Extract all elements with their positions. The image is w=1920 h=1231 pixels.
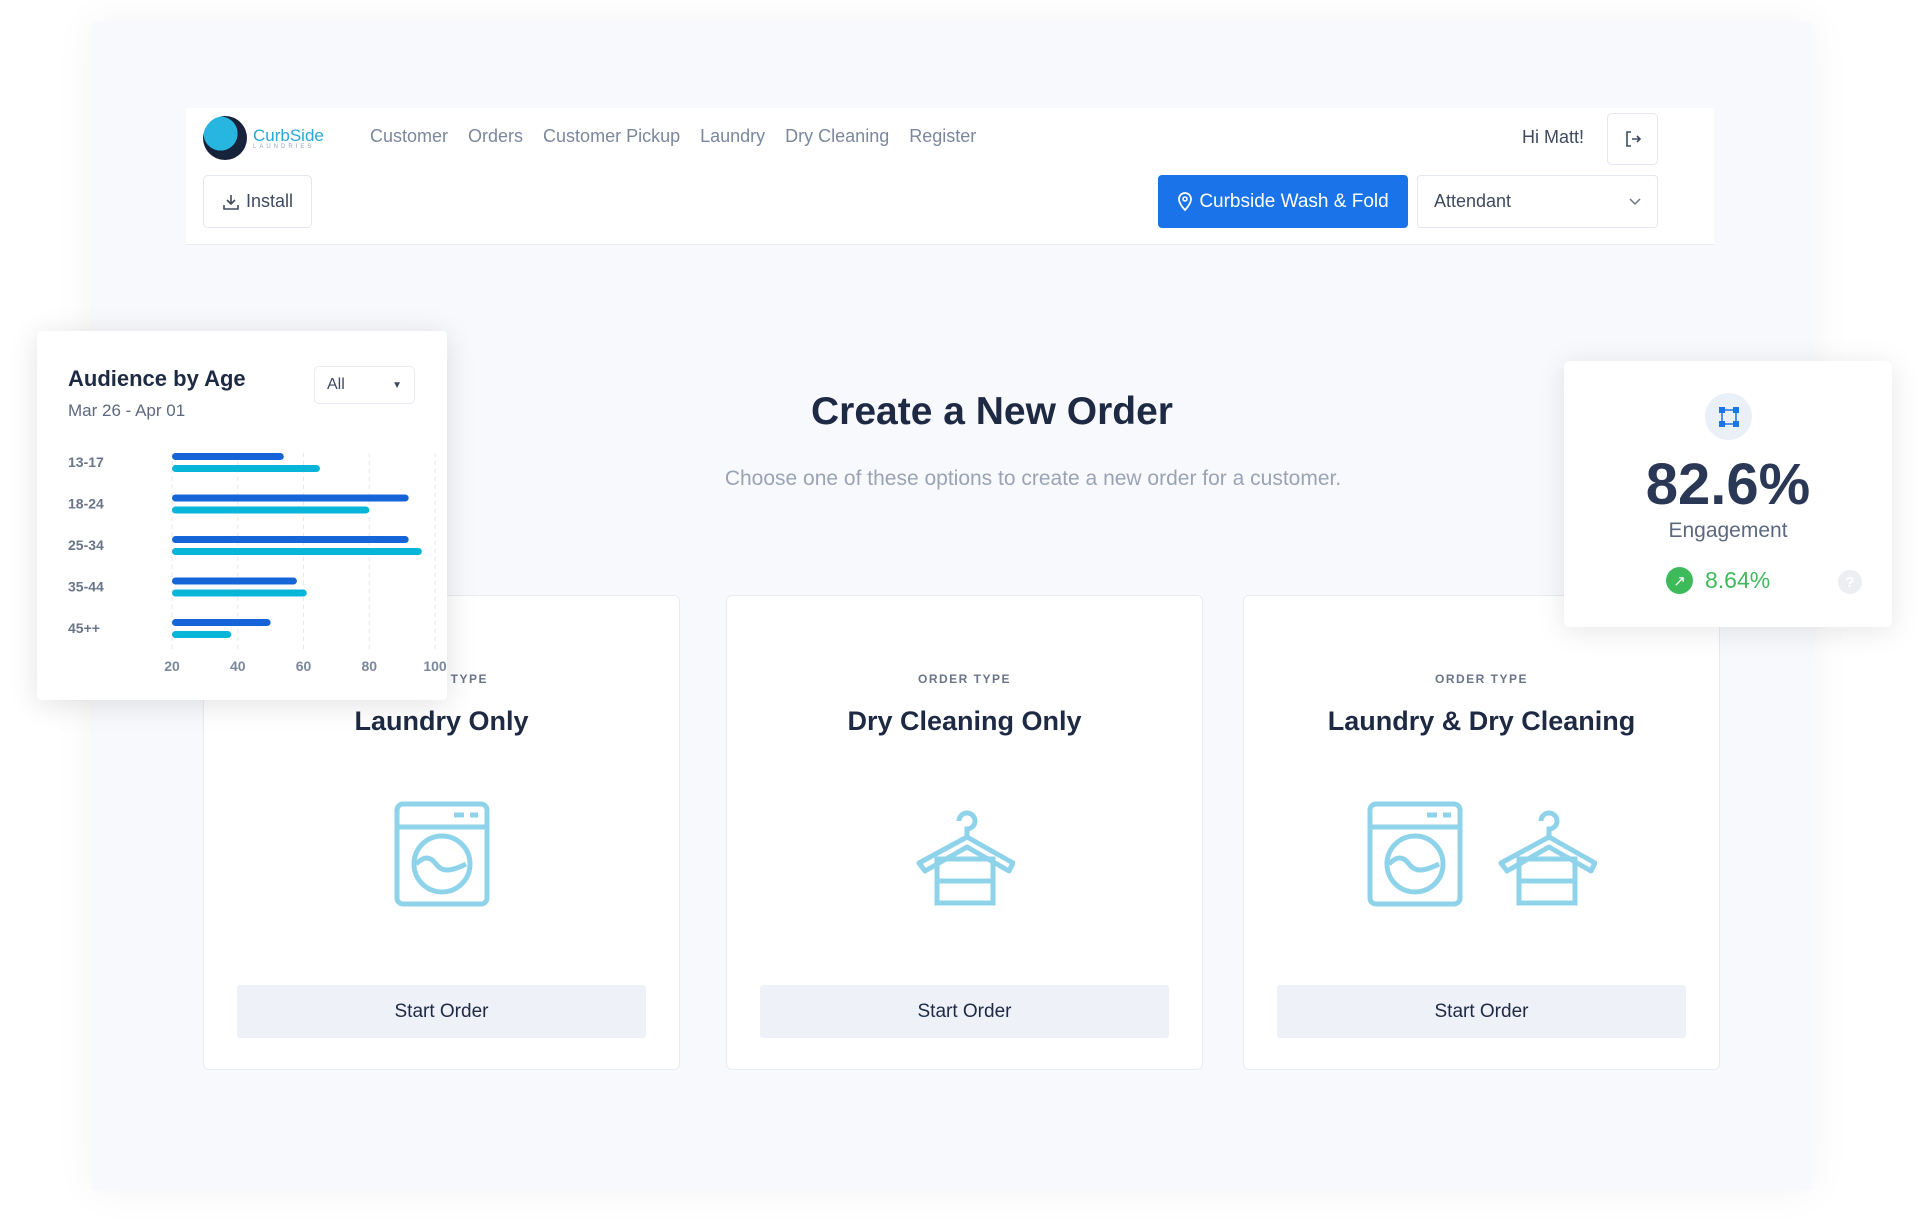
y-category-label: 13-17 [68, 454, 104, 470]
role-select[interactable]: Attendant [1417, 175, 1658, 228]
engagement-label: Engagement [1668, 519, 1788, 542]
engagement-value: 82.6% [1645, 452, 1811, 517]
user-greeting: Hi Matt! [1522, 127, 1585, 147]
y-category-label: 45++ [68, 620, 100, 636]
logout-icon [1625, 131, 1641, 147]
x-tick-label: 60 [296, 658, 312, 674]
y-category-label: 35-44 [68, 579, 104, 595]
start-order-button[interactable]: Start Order [760, 985, 1169, 1038]
washing-machine-icon [394, 801, 490, 907]
engagement-card: 82.6% Engagement ↗ 8.64% ? [1564, 361, 1892, 627]
audience-bar-chart: 20 40 60 80 100 13-17 18-24 25-34 35-44 45++ [68, 453, 447, 674]
install-label: Install [245, 191, 294, 211]
x-tick-label: 80 [361, 658, 377, 674]
order-card-title: Dry Cleaning Only [847, 706, 1082, 736]
location-label: Curbside Wash & Fold [1199, 190, 1389, 212]
start-order-button[interactable]: Start Order [237, 985, 646, 1038]
order-type-label: ORDER TYPE [917, 672, 1011, 686]
bar [172, 453, 284, 460]
logo-mark [203, 116, 247, 160]
engagement-change-value: 8.64% [1705, 567, 1771, 593]
bar [172, 577, 297, 585]
x-tick-label: 20 [164, 658, 180, 674]
order-type-label: ORDER TYPE [1434, 672, 1528, 686]
help-icon[interactable]: ? [1838, 570, 1862, 594]
role-value: Attendant [1434, 191, 1512, 211]
bar [172, 619, 271, 626]
order-card-title: Laundry Only [354, 706, 529, 736]
washing-machine-icon [1367, 801, 1463, 907]
order-card-title: Laundry & Dry Cleaning [1327, 706, 1636, 736]
nav-register[interactable]: Register [909, 126, 976, 147]
engagement-change: ↗ 8.64% [1666, 567, 1770, 594]
logo[interactable]: CurbSide LAUNDRIES [203, 116, 324, 160]
nav-dry-cleaning[interactable]: Dry Cleaning [785, 126, 889, 147]
x-tick-label: 40 [230, 658, 246, 674]
bar [172, 631, 232, 638]
hanger-icon [915, 801, 1015, 907]
audience-chart-card: Audience by Age Mar 26 - Apr 01 All ▼ 20… [37, 331, 447, 700]
workflow-icon [1705, 393, 1752, 440]
order-card-laundry-dry-cleaning: ORDER TYPE Laundry & Dry Cleaning Start … [1243, 595, 1720, 1070]
download-icon [223, 194, 239, 210]
hanger-icon [1497, 801, 1597, 907]
logo-name: CurbSide [253, 125, 324, 145]
chevron-down-icon [1629, 197, 1641, 205]
order-card-dry-cleaning: ORDER TYPE Dry Cleaning Only Start Order [726, 595, 1203, 1070]
bar [172, 548, 422, 555]
bar [172, 494, 409, 502]
nav-orders[interactable]: Orders [468, 126, 523, 147]
y-category-label: 18-24 [68, 496, 104, 512]
logo-tagline: LAUNDRIES [253, 143, 315, 150]
nav-customer-pickup[interactable]: Customer Pickup [543, 126, 680, 147]
main-nav: Customer Orders Customer Pickup Laundry … [370, 126, 976, 147]
nav-customer[interactable]: Customer [370, 126, 448, 147]
install-button[interactable]: Install [203, 175, 312, 228]
start-order-button[interactable]: Start Order [1277, 985, 1686, 1038]
logout-button[interactable] [1607, 113, 1658, 165]
y-category-label: 25-34 [68, 537, 104, 553]
nav-laundry[interactable]: Laundry [700, 126, 765, 147]
x-tick-label: 100 [423, 658, 447, 674]
map-pin-icon [1178, 191, 1193, 211]
bar [172, 506, 370, 514]
location-button[interactable]: Curbside Wash & Fold [1158, 175, 1408, 228]
bar [172, 536, 409, 543]
trend-up-icon: ↗ [1666, 567, 1693, 594]
bar [172, 465, 320, 472]
bar [172, 589, 307, 597]
